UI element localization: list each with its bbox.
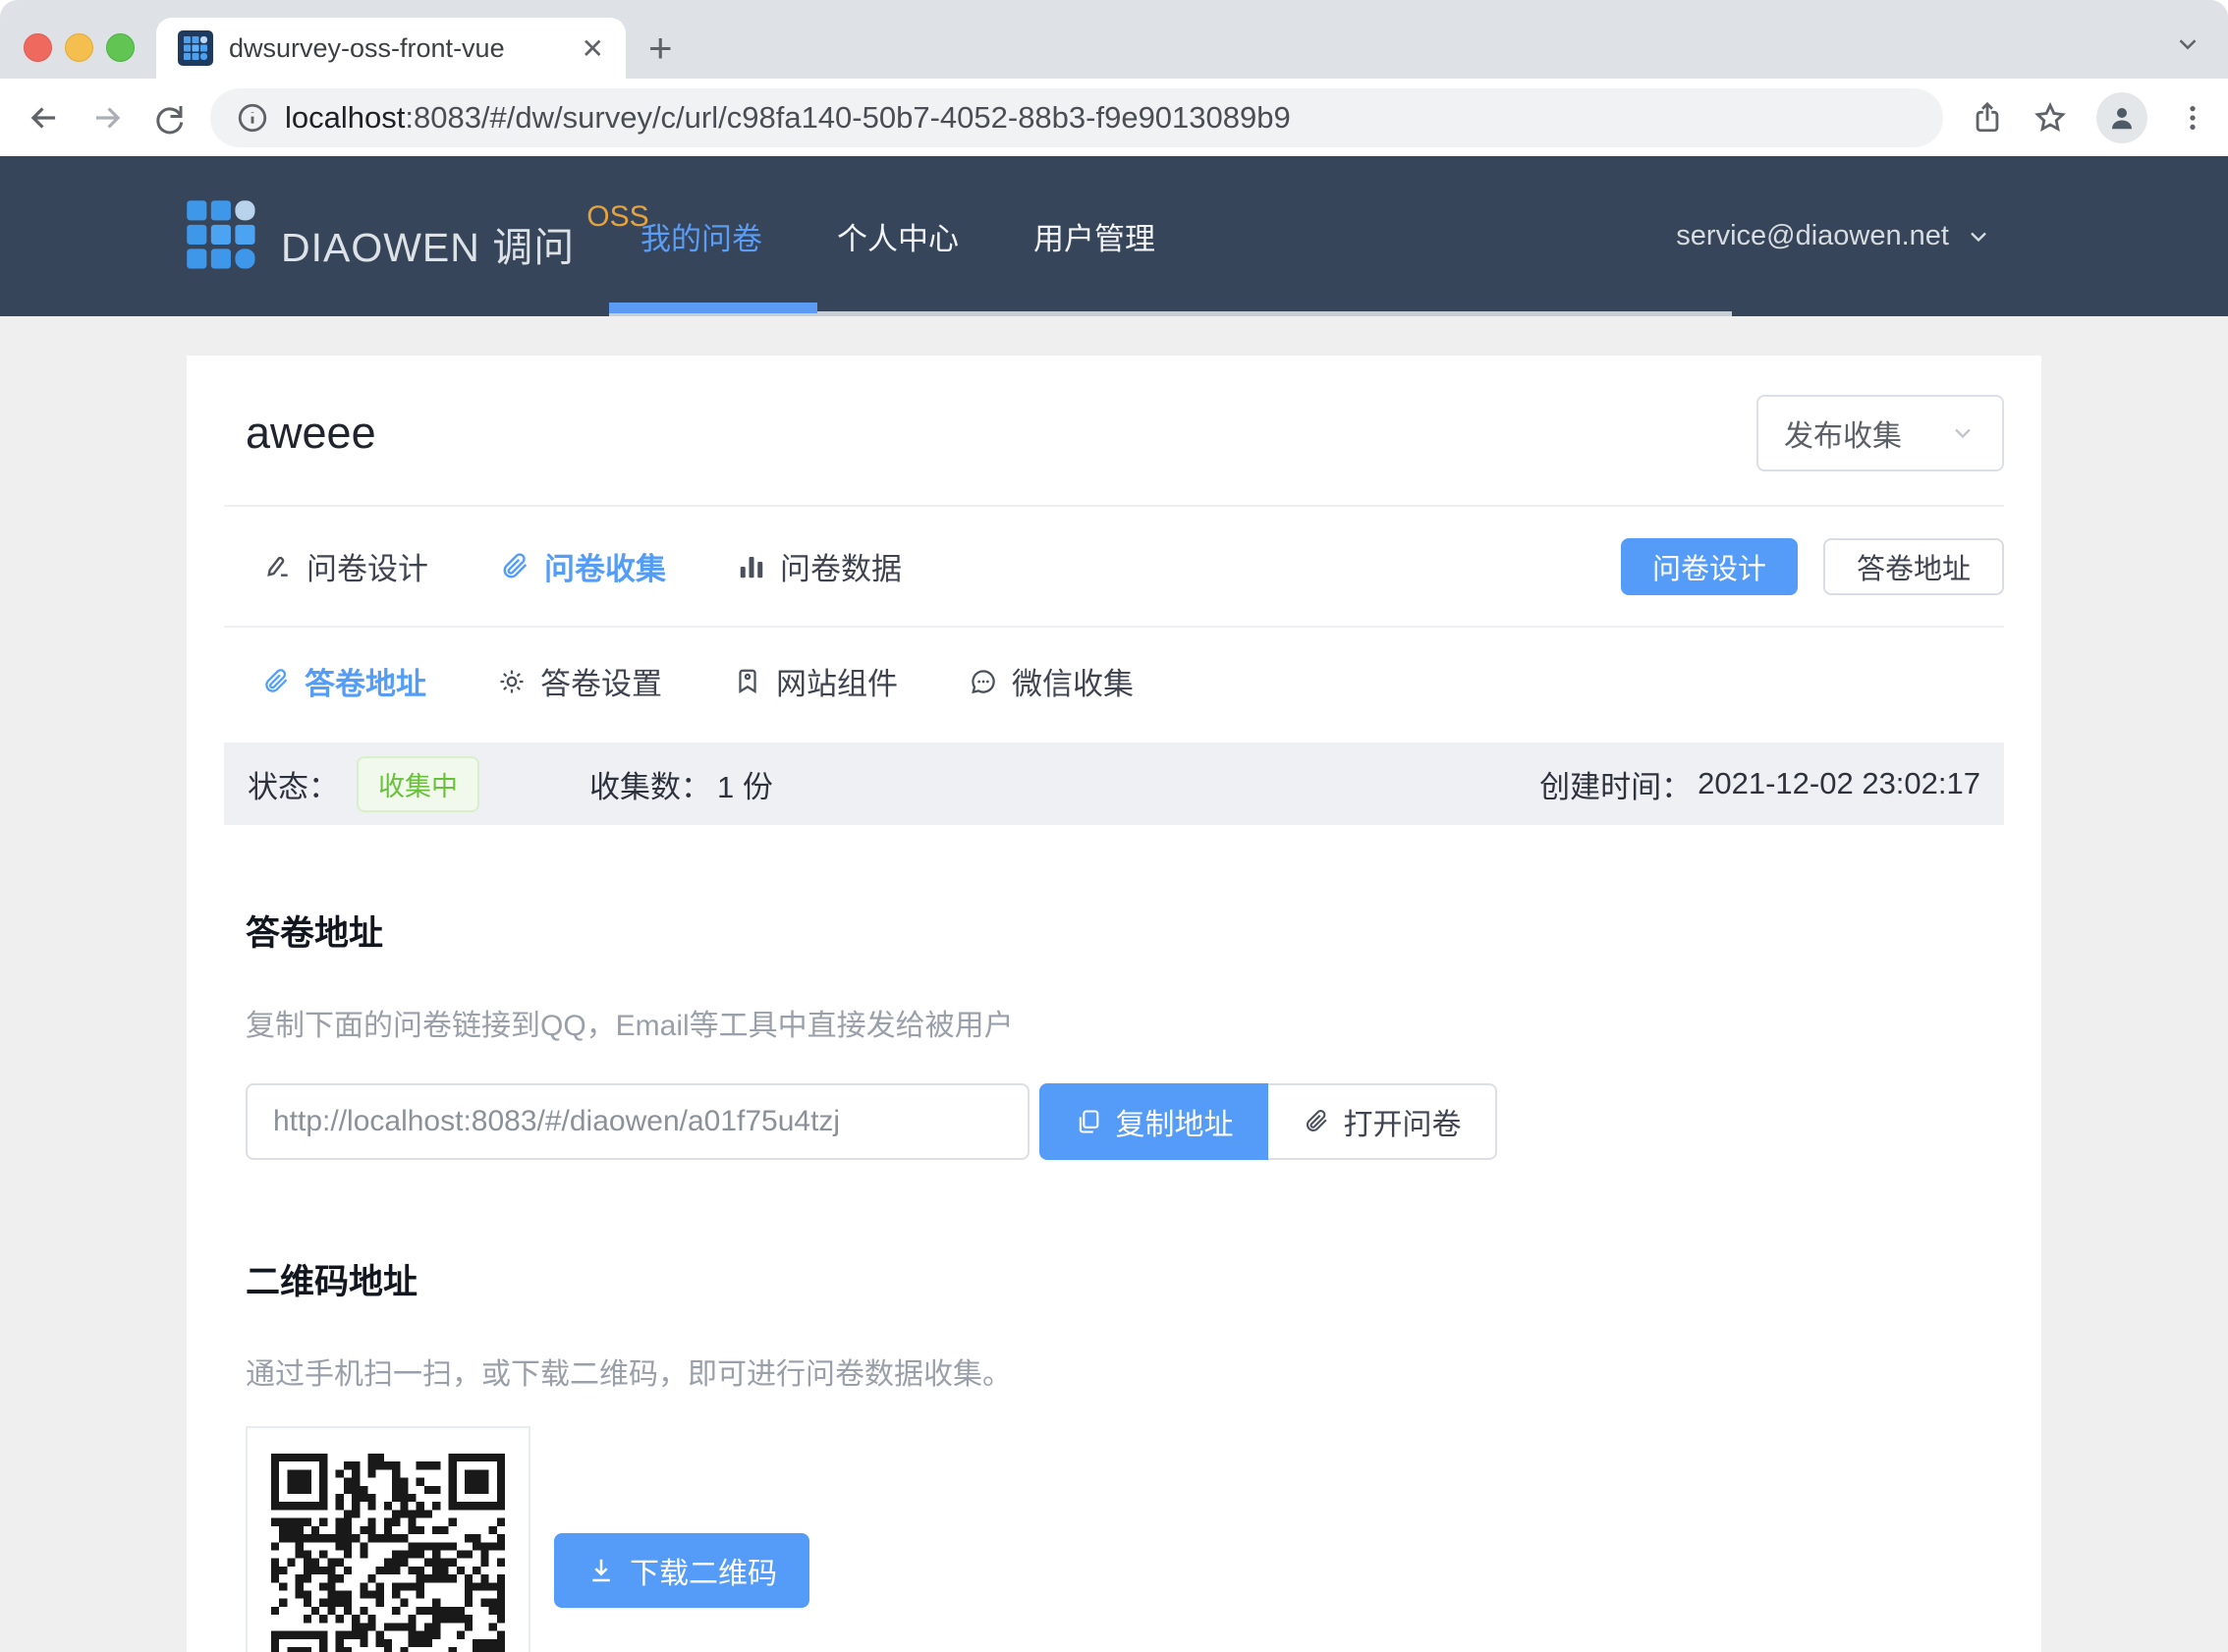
- qr-heading: 二维码地址: [224, 1254, 2004, 1304]
- tab-survey-data[interactable]: 问卷数据: [737, 544, 902, 588]
- chevron-down-icon[interactable]: [2173, 29, 2202, 64]
- brand-logo-icon: [185, 198, 259, 278]
- window-controls: [24, 33, 135, 62]
- survey-title: aweee: [246, 408, 376, 459]
- link-icon: [499, 551, 530, 582]
- url-text[interactable]: localhost:8083/#/dw/survey/c/url/c98fa14…: [285, 100, 1291, 136]
- new-tab-icon[interactable]: +: [648, 28, 673, 69]
- subtab-label: 答卷地址: [305, 659, 426, 703]
- answer-url-desc: 复制下面的问卷链接到QQ，Email等工具中直接发给被用户: [224, 1001, 2004, 1044]
- brand[interactable]: DIAOWEN 调问 OSS: [185, 198, 649, 278]
- survey-design-button[interactable]: 问卷设计: [1621, 538, 1798, 595]
- download-label: 下载二维码: [630, 1549, 777, 1592]
- edit-icon: [261, 551, 293, 582]
- app-navbar: DIAOWEN 调问 OSS 我的问卷 个人中心 用户管理 service@di…: [0, 156, 2228, 316]
- tab-survey-collect[interactable]: 问卷收集: [499, 544, 666, 588]
- gear-icon: [497, 667, 527, 696]
- share-icon[interactable]: [1971, 101, 2004, 135]
- open-label: 打开问卷: [1344, 1100, 1462, 1143]
- subtab-answer-url[interactable]: 答卷地址: [261, 659, 426, 703]
- url-button-group: 复制地址 打开问卷: [1039, 1083, 1497, 1160]
- minimize-window-button[interactable]: [65, 33, 93, 62]
- close-tab-icon[interactable]: ✕: [582, 32, 604, 65]
- tab-label: 问卷数据: [780, 544, 902, 588]
- subtab-wechat-collect[interactable]: 微信收集: [969, 659, 1134, 703]
- nav-item-my-surveys[interactable]: 我的问卷: [641, 214, 762, 258]
- link-icon: [261, 667, 291, 696]
- collect-subtabs: 答卷地址 答卷设置 网站组件: [224, 628, 2004, 735]
- tag-icon: [733, 667, 762, 696]
- publish-select-value: 发布收集: [1784, 412, 1902, 455]
- avatar[interactable]: [2096, 92, 2147, 143]
- answer-url-button[interactable]: 答卷地址: [1823, 538, 2004, 595]
- count-label: 收集数：: [589, 762, 711, 806]
- active-menu-underline: [609, 303, 817, 313]
- chevron-down-icon: [1965, 223, 1992, 250]
- main-menu: 我的问卷 个人中心 用户管理: [641, 156, 1230, 316]
- answer-url-input[interactable]: [246, 1083, 1030, 1160]
- browser-titlebar: dwsurvey-oss-front-vue ✕ +: [0, 0, 2228, 79]
- bar-chart-icon: [737, 552, 766, 581]
- account-email: service@diaowen.net: [1676, 220, 1949, 252]
- collect-count: 收集数： 1 份: [589, 762, 773, 806]
- subtab-label: 网站组件: [776, 659, 898, 703]
- browser-toolbar: localhost:8083/#/dw/survey/c/url/c98fa14…: [0, 79, 2228, 156]
- back-icon[interactable]: [26, 99, 63, 137]
- status-badge: 收集中: [357, 756, 479, 812]
- close-window-button[interactable]: [24, 33, 52, 62]
- survey-card: aweee 发布收集 问卷设计: [187, 356, 2041, 1652]
- survey-tabs: 问卷设计 问卷收集 问卷数据 问卷设计 答卷地址: [224, 507, 2004, 626]
- menu-dots-icon[interactable]: [2177, 102, 2208, 134]
- browser-window: dwsurvey-oss-front-vue ✕ + localhost:808…: [0, 0, 2228, 1652]
- title-row: aweee 发布收集: [224, 356, 2004, 505]
- address-bar[interactable]: localhost:8083/#/dw/survey/c/url/c98fa14…: [210, 88, 1943, 147]
- count-value: 1 份: [717, 762, 773, 806]
- chat-icon: [969, 667, 998, 696]
- created-value: 2021-12-02 23:02:17: [1698, 766, 1980, 801]
- info-icon[interactable]: [236, 101, 269, 135]
- tab-label: 问卷收集: [544, 544, 666, 588]
- nav-item-user-management[interactable]: 用户管理: [1033, 214, 1155, 258]
- answer-url-row: 复制地址 打开问卷: [224, 1083, 2004, 1160]
- link-icon: [1303, 1108, 1330, 1135]
- subtab-site-widget[interactable]: 网站组件: [733, 659, 898, 703]
- created-label: 创建时间：: [1539, 762, 1692, 806]
- chevron-down-icon: [1949, 419, 1977, 447]
- favicon-d-grid: [178, 30, 213, 66]
- qr-code-box: [246, 1426, 530, 1652]
- browser-tab[interactable]: dwsurvey-oss-front-vue ✕: [156, 18, 626, 79]
- header-actions: 问卷设计 答卷地址: [1621, 538, 2004, 595]
- reload-icon[interactable]: [151, 100, 187, 136]
- subtab-answer-settings[interactable]: 答卷设置: [497, 659, 662, 703]
- subtab-label: 微信收集: [1012, 659, 1134, 703]
- toolbar-right: [1971, 92, 2208, 143]
- created-time: 创建时间： 2021-12-02 23:02:17: [1539, 762, 1980, 806]
- brand-name: DIAOWEN 调问: [281, 214, 575, 273]
- tab-title: dwsurvey-oss-front-vue: [229, 33, 570, 64]
- url-path: :8083/#/dw/survey/c/url/c98fa140-50b7-40…: [405, 100, 1290, 135]
- qr-desc: 通过手机扫一扫，或下载二维码，即可进行问卷数据收集。: [224, 1349, 2004, 1393]
- subtab-label: 答卷设置: [540, 659, 662, 703]
- account-dropdown[interactable]: service@diaowen.net: [1676, 156, 1992, 316]
- star-icon[interactable]: [2033, 101, 2067, 135]
- open-survey-button[interactable]: 打开问卷: [1268, 1083, 1497, 1160]
- tab-label: 问卷设计: [306, 544, 428, 588]
- url-host: localhost: [285, 100, 405, 135]
- copy-icon: [1075, 1108, 1102, 1135]
- nav-item-profile[interactable]: 个人中心: [837, 214, 959, 258]
- answer-url-heading: 答卷地址: [224, 906, 2004, 956]
- page-body: aweee 发布收集 问卷设计: [0, 316, 2228, 1652]
- copy-url-button[interactable]: 复制地址: [1039, 1083, 1268, 1160]
- qr-code: [271, 1454, 505, 1652]
- status-label: 状态：: [248, 762, 339, 806]
- forward-icon[interactable]: [88, 99, 126, 137]
- tab-survey-design[interactable]: 问卷设计: [261, 544, 428, 588]
- qr-row: 下载二维码: [224, 1426, 2004, 1652]
- download-qr-button[interactable]: 下载二维码: [554, 1533, 809, 1608]
- publish-select[interactable]: 发布收集: [1756, 395, 2004, 471]
- download-icon: [586, 1556, 616, 1585]
- copy-label: 复制地址: [1116, 1100, 1234, 1143]
- status-bar: 状态： 收集中 收集数： 1 份 创建时间： 2021-12-02 23:02:…: [224, 743, 2004, 825]
- zoom-window-button[interactable]: [106, 33, 135, 62]
